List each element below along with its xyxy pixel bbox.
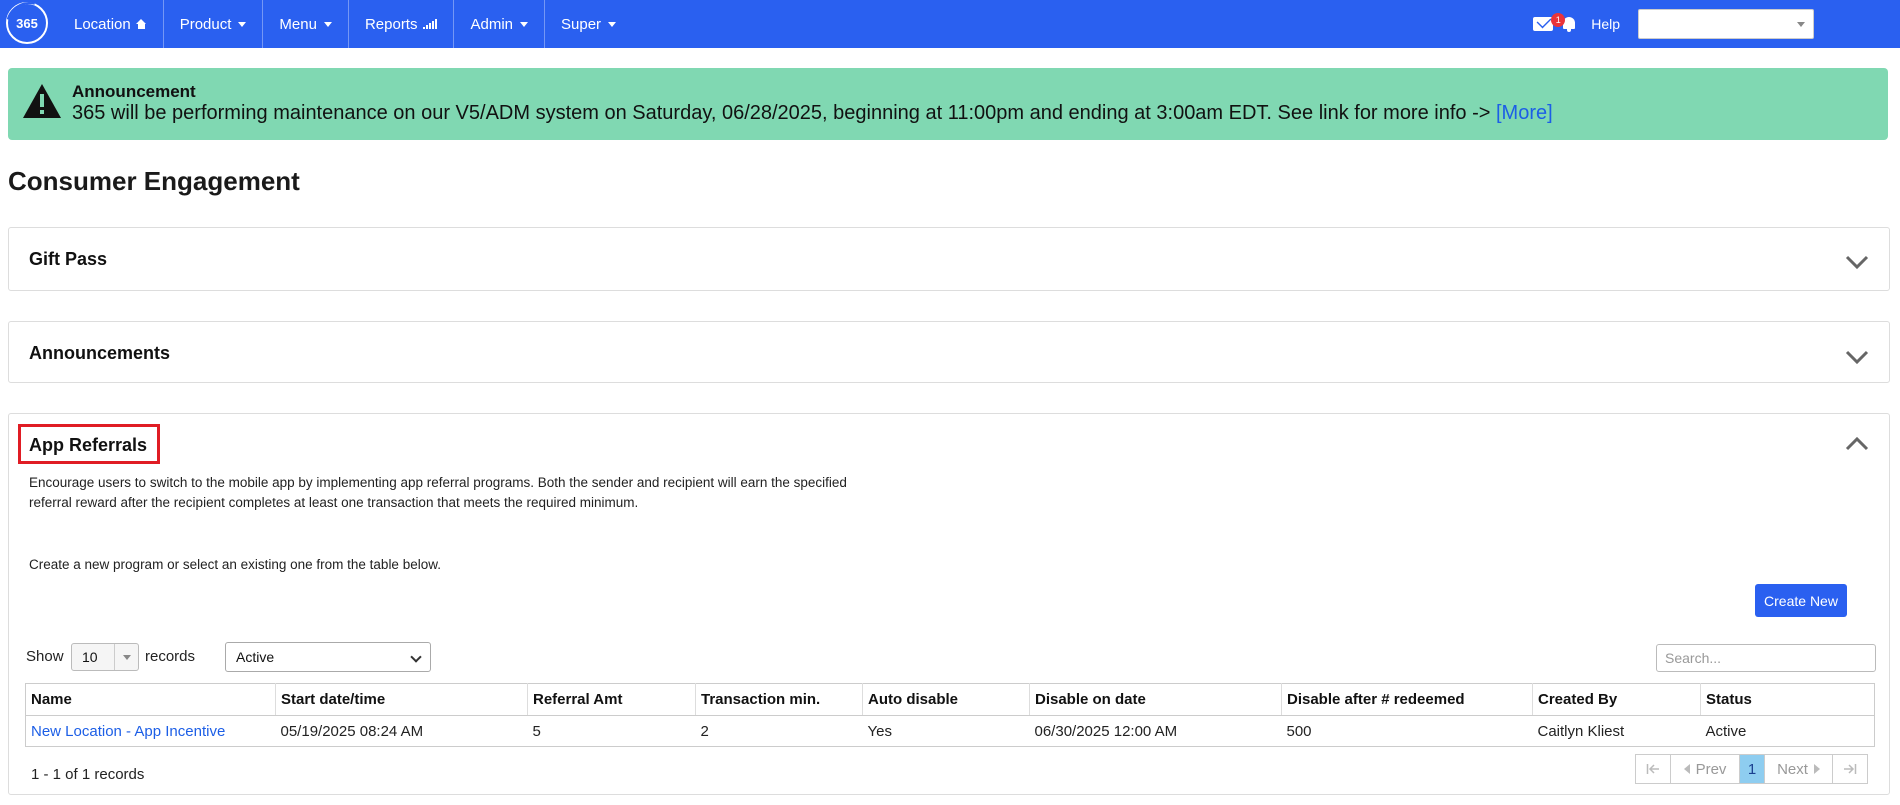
page-title: Consumer Engagement	[8, 166, 300, 196]
table-row[interactable]: New Location - App Incentive 05/19/2025 …	[25, 715, 1875, 747]
next-label: Next	[1777, 760, 1808, 778]
announcement-text: 365 will be performing maintenance on ou…	[72, 102, 1491, 124]
app-referrals-panel: App Referrals Encourage users to switch …	[8, 413, 1890, 795]
cell-disable-after: 500	[1281, 715, 1533, 747]
app-referrals-instruction: Create a new program or select an existi…	[29, 557, 441, 572]
cell-disable-on-date: 06/30/2025 12:00 AM	[1029, 715, 1282, 747]
chevron-down-icon[interactable]	[1845, 349, 1869, 365]
prev-page-button[interactable]: Prev	[1670, 754, 1740, 784]
cell-name: New Location - App Incentive	[25, 715, 276, 747]
table-header-row: Name Start date/time Referral Amt Transa…	[25, 683, 1875, 716]
column-header[interactable]: Start date/time	[275, 683, 528, 716]
warning-icon	[23, 84, 61, 118]
gift-pass-panel[interactable]: Gift Pass	[8, 227, 1890, 291]
page-1-button[interactable]: 1	[1739, 754, 1765, 784]
cell-start: 05/19/2025 08:24 AM	[275, 715, 528, 747]
app-referrals-description: Encourage users to switch to the mobile …	[29, 475, 847, 510]
column-header[interactable]: Disable after # redeemed	[1281, 683, 1533, 716]
main-nav: Location Product Menu Reports Admin Supe…	[58, 0, 632, 48]
nav-admin-label: Admin	[470, 15, 514, 33]
caret-down-icon	[323, 21, 332, 27]
first-page-icon	[1646, 764, 1659, 774]
program-link[interactable]: New Location - App Incentive	[31, 723, 225, 740]
column-header[interactable]: Created By	[1532, 683, 1701, 716]
announcement-body: 365 will be performing maintenance on ou…	[72, 102, 1553, 125]
mail-icon[interactable]	[1533, 17, 1554, 31]
nav-reports-label: Reports	[364, 15, 418, 33]
show-label: Show	[26, 648, 64, 665]
nav-menu[interactable]: Menu	[263, 0, 349, 48]
prev-label: Prev	[1695, 760, 1727, 778]
caret-down-icon	[123, 655, 131, 660]
cell-transaction-min: 2	[695, 715, 863, 747]
chevron-down-icon[interactable]	[1845, 254, 1869, 270]
home-icon	[135, 19, 147, 29]
nav-right-tools: 1 Help	[1533, 0, 1900, 48]
chevron-up-icon[interactable]	[1845, 436, 1869, 452]
next-page-button[interactable]: Next	[1764, 754, 1833, 784]
announcements-title: Announcements	[29, 343, 171, 363]
cell-status: Active	[1700, 715, 1875, 747]
nav-location-label: Location	[74, 15, 131, 33]
nav-reports[interactable]: Reports	[349, 0, 455, 48]
cell-auto-disable: Yes	[862, 715, 1030, 747]
next-arrow-icon	[1813, 764, 1820, 774]
pagination: Prev 1 Next	[1635, 754, 1868, 784]
status-filter-value: Active	[236, 649, 275, 665]
nav-menu-label: Menu	[279, 15, 317, 33]
announcement-more-link[interactable]: [More]	[1496, 102, 1553, 124]
app-referrals-title[interactable]: App Referrals	[29, 435, 147, 456]
page-size-value: 10	[82, 649, 98, 665]
caret-down-icon	[238, 21, 247, 27]
records-info: 1 - 1 of 1 records	[31, 766, 145, 783]
nav-product[interactable]: Product	[164, 0, 264, 48]
last-page-button[interactable]	[1832, 754, 1868, 784]
search-input[interactable]	[1656, 644, 1876, 672]
nav-location[interactable]: Location	[58, 0, 164, 48]
nav-super[interactable]: Super	[545, 0, 632, 48]
signal-bars-icon	[423, 19, 438, 29]
location-select[interactable]	[1638, 9, 1814, 39]
prev-arrow-icon	[1683, 764, 1690, 774]
column-header[interactable]: Status	[1700, 683, 1875, 716]
announcement-banner: Announcement 365 will be performing main…	[8, 68, 1888, 140]
announcements-panel[interactable]: Announcements	[8, 321, 1890, 383]
create-new-button[interactable]: Create New	[1755, 584, 1847, 617]
nav-product-label: Product	[179, 15, 232, 33]
last-page-icon	[1844, 764, 1857, 774]
column-header[interactable]: Disable on date	[1029, 683, 1282, 716]
logo-text: 365	[16, 15, 38, 31]
column-header[interactable]: Name	[25, 683, 276, 716]
top-navbar: 365 Location Product Menu Reports Admin …	[0, 0, 1900, 48]
announcement-title: Announcement	[72, 82, 196, 101]
column-header[interactable]: Referral Amt	[527, 683, 696, 716]
cell-created-by: Caitlyn Kliest	[1532, 715, 1701, 747]
page-size-select[interactable]: 10	[71, 643, 139, 671]
nav-admin[interactable]: Admin	[454, 0, 546, 48]
caret-down-icon	[520, 21, 529, 27]
records-label: records	[145, 648, 196, 665]
status-filter-select[interactable]: Active	[225, 642, 431, 672]
referrals-table: Name Start date/time Referral Amt Transa…	[25, 683, 1875, 747]
nav-super-label: Super	[561, 15, 602, 33]
caret-down-icon	[608, 21, 617, 27]
gift-pass-title: Gift Pass	[29, 249, 108, 269]
help-link[interactable]: Help	[1591, 16, 1620, 32]
column-header[interactable]: Auto disable	[862, 683, 1030, 716]
column-header[interactable]: Transaction min.	[695, 683, 863, 716]
cell-referral-amt: 5	[527, 715, 696, 747]
first-page-button[interactable]	[1635, 754, 1671, 784]
365-logo[interactable]: 365	[6, 2, 48, 44]
